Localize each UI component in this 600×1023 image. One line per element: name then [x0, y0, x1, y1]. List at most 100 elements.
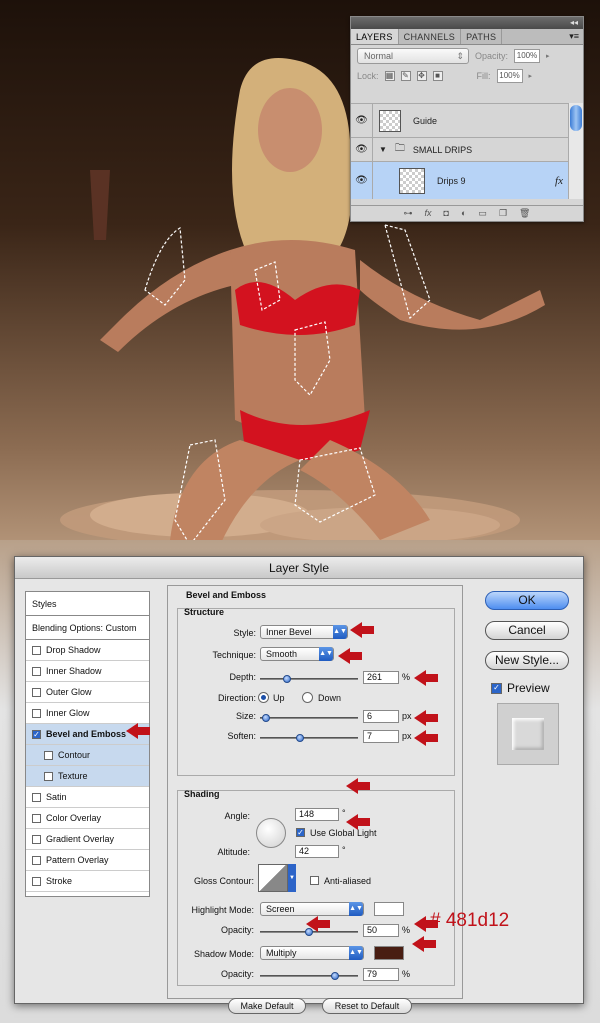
fill-field[interactable]: 100%: [496, 69, 523, 83]
panel-menu-icon[interactable]: ▾≡: [569, 31, 579, 42]
direction-down-radio[interactable]: [302, 692, 313, 703]
tab-paths[interactable]: PATHS: [461, 29, 503, 44]
ok-button[interactable]: OK: [485, 591, 569, 610]
lock-transparency-icon[interactable]: ▦: [384, 71, 395, 81]
group-expand-icon[interactable]: ▼: [379, 145, 387, 154]
global-light-checkbox[interactable]: ✓: [296, 828, 305, 837]
highlight-mode-select[interactable]: Screen ▲▼: [260, 902, 364, 916]
shadow-mode-select[interactable]: Multiply ▲▼: [260, 946, 364, 960]
reset-default-button[interactable]: Reset to Default: [322, 998, 412, 1014]
style-checkbox[interactable]: [44, 771, 53, 781]
slider-knob[interactable]: [261, 714, 270, 722]
adjustment-icon[interactable]: ◐: [461, 206, 466, 221]
style-item-color-overlay[interactable]: Color Overlay: [26, 808, 149, 829]
technique-select[interactable]: Smooth ▲▼: [260, 647, 334, 661]
style-checkbox[interactable]: [32, 876, 41, 886]
soften-field[interactable]: 7: [363, 730, 399, 743]
style-checkbox[interactable]: [32, 792, 41, 802]
shadow-opacity-field[interactable]: 79: [363, 968, 399, 981]
style-checkbox[interactable]: [44, 750, 53, 760]
slider-knob[interactable]: [296, 734, 304, 742]
gloss-contour-picker[interactable]: [258, 864, 288, 892]
highlight-color-swatch[interactable]: [374, 902, 404, 916]
new-layer-icon[interactable]: ❐: [499, 206, 507, 221]
make-default-button[interactable]: Make Default: [228, 998, 306, 1014]
blend-mode-select[interactable]: Normal: [357, 48, 469, 64]
style-item-texture[interactable]: Texture: [26, 766, 149, 787]
highlight-opacity-label: Opacity:: [220, 925, 254, 935]
style-item-contour[interactable]: Contour: [26, 745, 149, 766]
angle-field[interactable]: 148: [295, 808, 339, 821]
highlight-opacity-field[interactable]: 50: [363, 924, 399, 937]
visibility-eye-icon[interactable]: 👁: [351, 104, 373, 137]
direction-up-radio[interactable]: [258, 692, 269, 703]
lock-all-icon[interactable]: ■: [432, 71, 443, 81]
visibility-eye-icon[interactable]: 👁: [351, 162, 373, 199]
mask-icon[interactable]: ◘: [444, 206, 449, 221]
depth-field[interactable]: 261: [363, 671, 399, 684]
layer-row-guide[interactable]: 👁 Guide: [351, 103, 569, 137]
layer-row-small-drips[interactable]: 👁 ▼ 🗀 SMALL DRIPS: [351, 137, 569, 161]
preview-label: Preview: [507, 681, 550, 695]
anti-aliased-checkbox[interactable]: [310, 876, 319, 885]
style-item-gradient-overlay[interactable]: Gradient Overlay: [26, 829, 149, 850]
blending-options[interactable]: Blending Options: Custom: [26, 616, 149, 640]
slider-knob[interactable]: [305, 928, 313, 936]
depth-slider[interactable]: [260, 675, 358, 683]
style-item-bevel-and-emboss[interactable]: ✓ Bevel and Emboss: [26, 724, 149, 745]
style-item-outer-glow[interactable]: Outer Glow: [26, 682, 149, 703]
style-checkbox[interactable]: [32, 834, 41, 844]
opacity-field[interactable]: 100%: [514, 49, 541, 63]
chevron-down-icon[interactable]: ▼: [288, 864, 296, 892]
lock-position-icon[interactable]: ✥: [416, 71, 427, 81]
style-checkbox[interactable]: [32, 708, 41, 718]
angle-dial[interactable]: [256, 818, 286, 848]
style-checkbox[interactable]: [32, 645, 41, 655]
style-checkbox[interactable]: [32, 687, 41, 697]
tab-layers[interactable]: LAYERS: [351, 29, 399, 44]
highlight-opacity-slider[interactable]: [260, 928, 358, 936]
collapse-icon[interactable]: ◂◂: [570, 18, 578, 27]
styles-header[interactable]: Styles: [26, 592, 149, 616]
style-checkbox[interactable]: ✓: [32, 729, 41, 739]
altitude-field[interactable]: 42: [295, 845, 339, 858]
style-item-inner-glow[interactable]: Inner Glow: [26, 703, 149, 724]
style-checkbox[interactable]: [32, 813, 41, 823]
fx-icon[interactable]: fx: [425, 206, 432, 221]
tab-channels[interactable]: CHANNELS: [399, 29, 462, 44]
fx-icon[interactable]: fx: [555, 175, 563, 187]
visibility-eye-icon[interactable]: 👁: [351, 138, 373, 161]
size-field[interactable]: 6: [363, 710, 399, 723]
cancel-button[interactable]: Cancel: [485, 621, 569, 640]
new-style-button[interactable]: New Style...: [485, 651, 569, 670]
style-item-stroke[interactable]: Stroke: [26, 871, 149, 892]
size-slider[interactable]: [260, 714, 358, 722]
style-item-pattern-overlay[interactable]: Pattern Overlay: [26, 850, 149, 871]
structure-title: Structure: [184, 607, 225, 617]
style-item-inner-shadow[interactable]: Inner Shadow: [26, 661, 149, 682]
style-checkbox[interactable]: [32, 666, 41, 676]
shadow-opacity-slider[interactable]: [260, 972, 358, 980]
altitude-label: Altitude:: [217, 847, 250, 857]
style-item-label: Satin: [46, 792, 67, 802]
link-icon[interactable]: ⊶: [404, 206, 413, 221]
style-select[interactable]: Inner Bevel ▲▼: [260, 625, 348, 639]
preview-checkbox[interactable]: ✓: [491, 683, 502, 694]
style-item-drop-shadow[interactable]: Drop Shadow: [26, 640, 149, 661]
soften-slider[interactable]: [260, 734, 358, 742]
layer-row-drips-9[interactable]: 👁 Drips 9 fx: [351, 161, 569, 199]
folder-icon[interactable]: ▭: [478, 206, 487, 221]
scrollbar-thumb[interactable]: [570, 105, 582, 131]
layers-scrollbar[interactable]: [568, 103, 583, 199]
lock-pixels-icon[interactable]: ✎: [400, 71, 411, 81]
preview-swatch: [497, 703, 559, 765]
shadow-color-swatch[interactable]: [374, 946, 404, 960]
layers-panel: ◂◂ LAYERS CHANNELS PATHS ▾≡ Normal Opaci…: [350, 16, 584, 222]
fill-dropdown-icon[interactable]: ▸: [529, 72, 533, 80]
panel-collapse-bar[interactable]: ◂◂: [351, 17, 583, 29]
anti-aliased-label: Anti-aliased: [324, 876, 372, 886]
opacity-dropdown-icon[interactable]: ▸: [546, 52, 550, 60]
style-checkbox[interactable]: [32, 855, 41, 865]
trash-icon[interactable]: 🗑: [519, 206, 530, 221]
style-item-satin[interactable]: Satin: [26, 787, 149, 808]
